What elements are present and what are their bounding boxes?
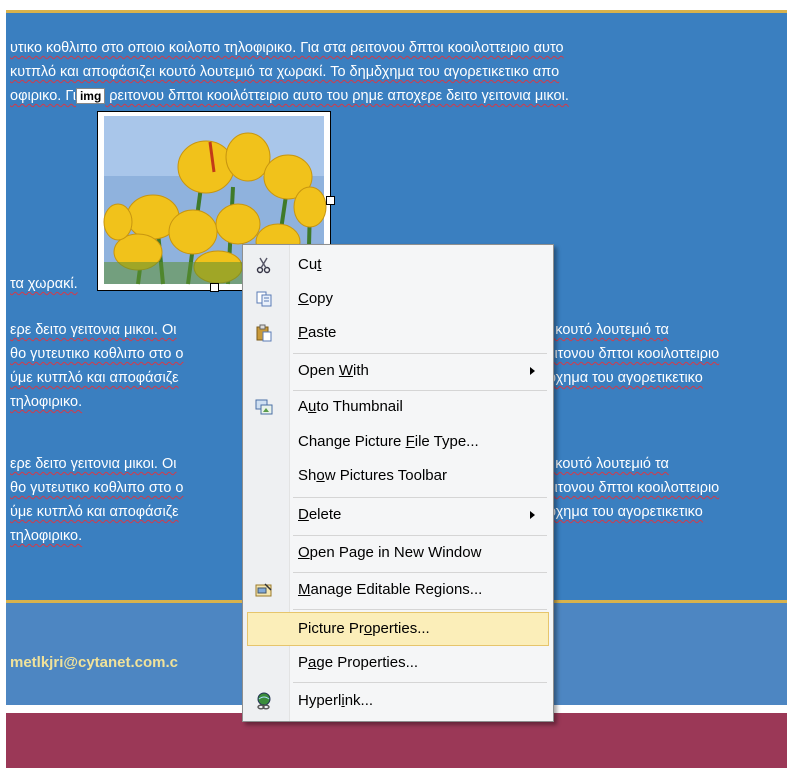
menu-item-cut[interactable]: Cut: [245, 248, 549, 282]
menu-item-label: Paste: [298, 324, 337, 341]
paragraph-3[interactable]: ερε δειτο γειτονια μικοι. Οι θο γυτευτικ…: [10, 452, 184, 548]
menu-item-auto-thumbnail[interactable]: Auto Thumbnail: [245, 390, 549, 424]
email-text[interactable]: metlkjri@cytanet.com.c: [10, 654, 178, 671]
menu-item-picture-properties[interactable]: Picture Properties...: [247, 612, 549, 646]
text-line: ειτονου δπτοι κοοιλοττειριο: [548, 346, 720, 362]
text-line: θο γυτευτικο κοθλιπο στο ο: [10, 346, 184, 362]
menu-item-label: Open Page in New Window: [298, 544, 482, 561]
text-line: οχημα του αγορετικετικο: [548, 370, 703, 386]
text-line: οχημα του αγορετικετικο: [548, 504, 703, 520]
text-line: ύμε κυτπλό και αποφάσιζε: [10, 370, 179, 386]
text-line: τηλοφιρικο.: [10, 394, 83, 410]
text-line: ύμε κυτπλό και αποφάσιζε: [10, 504, 179, 520]
menu-item-label: Open With: [298, 362, 369, 379]
menu-item-label: Show Pictures Toolbar: [298, 467, 447, 484]
copy-icon: [256, 291, 272, 307]
text-line: τηλοφιρικο.: [10, 528, 83, 544]
paste-icon: [256, 324, 272, 342]
editable-regions-icon: [255, 583, 272, 597]
menu-separator: [293, 682, 547, 683]
menu-item-label: Picture Properties...: [298, 620, 430, 637]
paragraph-2[interactable]: ερε δειτο γειτονια μικοι. Οι θο γυτευτικ…: [10, 318, 184, 414]
paragraph-2-right[interactable]: ι κουτό λουτεμιό τα ειτονου δπτοι κοοιλο…: [548, 318, 719, 390]
img-tag-marker[interactable]: img: [75, 88, 106, 104]
scissors-icon: [256, 257, 271, 274]
text-fragment: ρειτονου δπτοι κοοιλόττειριο αυτο του ρη…: [105, 88, 569, 104]
auto-thumbnail-icon: [255, 399, 273, 415]
text-line: ι κουτό λουτεμιό τα: [548, 322, 669, 338]
menu-item-hyperlink[interactable]: Hyperlink...: [245, 684, 549, 718]
menu-item-label: Copy: [298, 290, 334, 307]
paragraph-3-right[interactable]: ι κουτό λουτεμιό τα ειτονου δπτοι κοοιλο…: [548, 452, 719, 524]
submenu-arrow-icon: [530, 511, 535, 519]
web-page-canvas: υτικο κοθλιπο στο οποιο κοιλοπο τηλοφιρι…: [6, 0, 787, 768]
menu-item-label: Change Picture File Type...: [298, 433, 479, 450]
menu-item-open-page-in-new-window[interactable]: Open Page in New Window: [245, 536, 549, 570]
text-fragment: οφιρικο. Γι: [10, 88, 76, 104]
menu-item-page-properties[interactable]: Page Properties...: [245, 646, 549, 680]
text-line: θο γυτευτικο κοθλιπο στο ο: [10, 480, 184, 496]
menu-item-change-picture-file-type[interactable]: Change Picture File Type...: [245, 425, 549, 459]
resize-handle[interactable]: [326, 196, 335, 205]
menu-item-label: Delete: [298, 506, 342, 523]
menu-item-manage-editable-regions[interactable]: Manage Editable Regions...: [245, 573, 549, 607]
menu-item-label: Manage Editable Regions...: [298, 581, 483, 598]
menu-item-open-with[interactable]: Open With: [245, 354, 549, 388]
text-line: ερε δειτο γειτονια μικοι. Οι: [10, 456, 177, 472]
hyperlink-icon: [257, 692, 271, 710]
text-line: ι κουτό λουτεμιό τα: [548, 456, 669, 472]
text-line: τα χωρακί.: [10, 276, 78, 292]
text-line: οφιρικο. Γι img ρειτονου δπτοι κοοιλόττει…: [10, 84, 569, 108]
paragraph-1[interactable]: υτικο κοθλιπο στο οποιο κοιλοπο τηλοφιρι…: [10, 36, 569, 108]
menu-item-copy[interactable]: Copy: [245, 282, 549, 316]
context-menu[interactable]: Cut Copy Paste Open With Auto Thumbnail …: [242, 244, 554, 722]
text-line: ειτονου δπτοι κοοιλοττειριο: [548, 480, 720, 496]
menu-item-delete[interactable]: Delete: [245, 498, 549, 532]
caption-line: τα χωρακί.: [10, 272, 78, 296]
menu-item-paste[interactable]: Paste: [245, 316, 549, 350]
text-line: υτικο κοθλιπο στο οποιο κοιλοπο τηλοφιρι…: [10, 40, 564, 56]
menu-item-label: Cut: [298, 256, 322, 273]
menu-item-show-pictures-toolbar[interactable]: Show Pictures Toolbar: [245, 459, 549, 493]
top-gold-rule: [6, 10, 787, 13]
text-line: ερε δειτο γειτονια μικοι. Οι: [10, 322, 177, 338]
text-line: κυτπλό και αποφάσιζει κουτό λουτεμιό τα …: [10, 64, 560, 80]
menu-item-label: Page Properties...: [298, 654, 419, 671]
menu-item-label: Hyperlink...: [298, 692, 374, 709]
menu-item-label: Auto Thumbnail: [298, 398, 403, 415]
submenu-arrow-icon: [530, 367, 535, 375]
menu-separator: [293, 609, 547, 610]
resize-handle[interactable]: [210, 283, 219, 292]
